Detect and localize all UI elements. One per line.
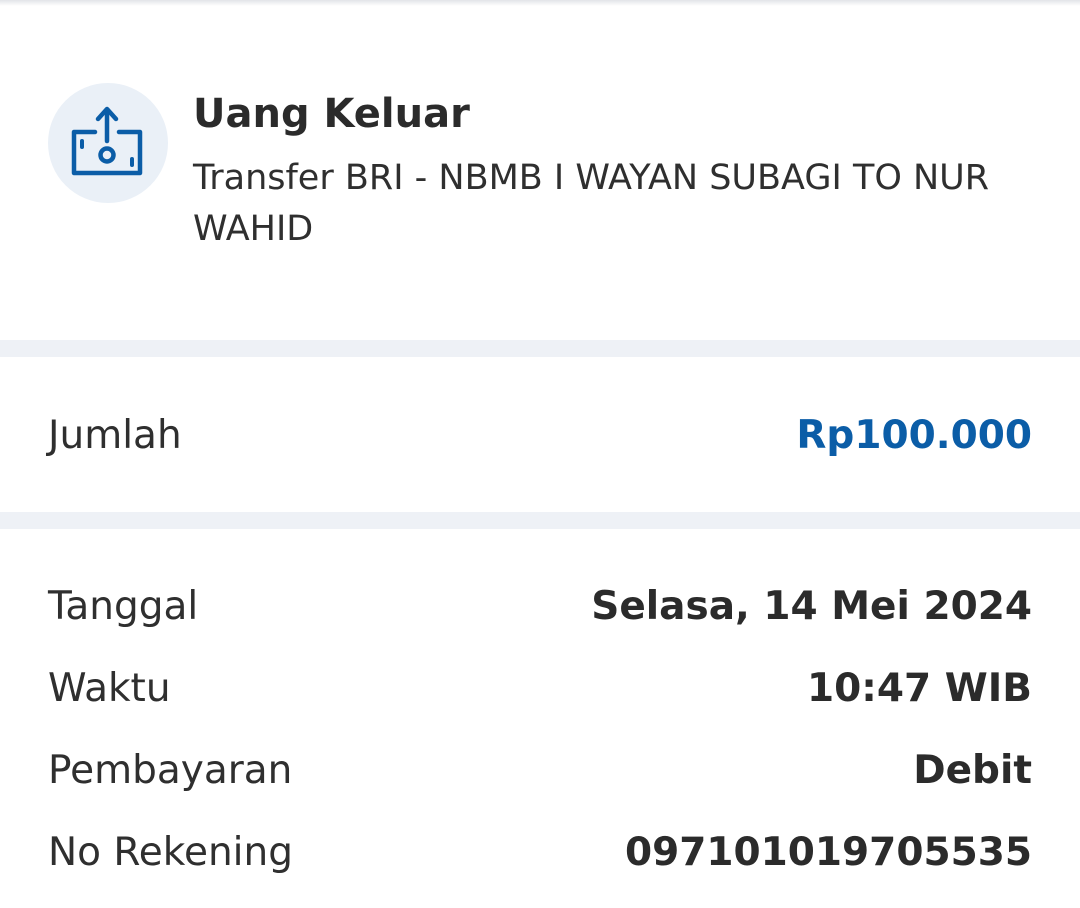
payment-label: Pembayaran (48, 747, 293, 793)
section-divider (0, 512, 1080, 529)
time-label: Waktu (48, 665, 171, 711)
transaction-header: Uang Keluar Transfer BRI - NBMB I WAYAN … (0, 0, 1080, 340)
transaction-description: Transfer BRI - NBMB I WAYAN SUBAGI TO NU… (193, 158, 990, 249)
time-row: Waktu 10:47 WIB (48, 658, 1032, 718)
date-label: Tanggal (48, 583, 199, 629)
account-label: No Rekening (48, 829, 293, 875)
time-value: 10:47 WIB (807, 665, 1032, 711)
date-row: Tanggal Selasa, 14 Mei 2024 (48, 576, 1032, 636)
section-divider (0, 340, 1080, 357)
payment-value: Debit (913, 747, 1032, 793)
transaction-type: Uang Keluar (193, 91, 470, 137)
money-out-icon (48, 83, 168, 203)
date-value: Selasa, 14 Mei 2024 (591, 583, 1032, 629)
account-row: No Rekening 097101019705535 (48, 822, 1032, 882)
account-value: 097101019705535 (624, 829, 1032, 875)
amount-value: Rp100.000 (796, 412, 1032, 458)
payment-row: Pembayaran Debit (48, 740, 1032, 800)
amount-label: Jumlah (48, 412, 182, 458)
amount-row: Jumlah Rp100.000 (48, 405, 1032, 465)
